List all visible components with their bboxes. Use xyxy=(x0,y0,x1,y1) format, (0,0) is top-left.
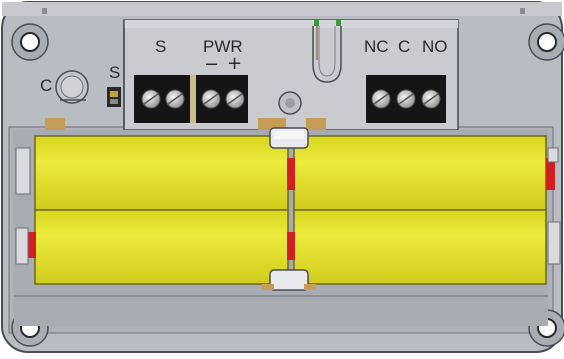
switch-c-label: C xyxy=(40,76,53,95)
s-connector xyxy=(107,87,121,107)
c-switch xyxy=(55,70,89,104)
battery-bottom-right xyxy=(293,209,547,285)
power-minus-label: − xyxy=(204,54,220,75)
relay-c-label: C xyxy=(398,37,411,56)
mounting-hole-top-right xyxy=(528,23,564,61)
power-terminal-block xyxy=(196,75,248,123)
relay-terminal-block xyxy=(366,75,446,123)
relay-nc-label: NC xyxy=(364,37,389,56)
power-plus-label: + xyxy=(227,53,243,74)
battery-clip-top xyxy=(269,127,309,149)
sensor-terminal-block xyxy=(134,75,190,123)
switch-s-label: S xyxy=(109,63,121,82)
battery-top-right xyxy=(293,135,547,211)
center-post xyxy=(278,91,302,115)
battery-top-left xyxy=(34,135,289,211)
battery-clip-bottom xyxy=(262,269,316,291)
mounting-hole-top-left xyxy=(11,23,49,61)
sensor-terminal-label: S xyxy=(155,37,167,56)
battery-bottom-left xyxy=(34,209,289,285)
device-drawing: S PWR − + NC C NO C S xyxy=(0,0,564,354)
relay-no-label: NO xyxy=(422,37,448,56)
